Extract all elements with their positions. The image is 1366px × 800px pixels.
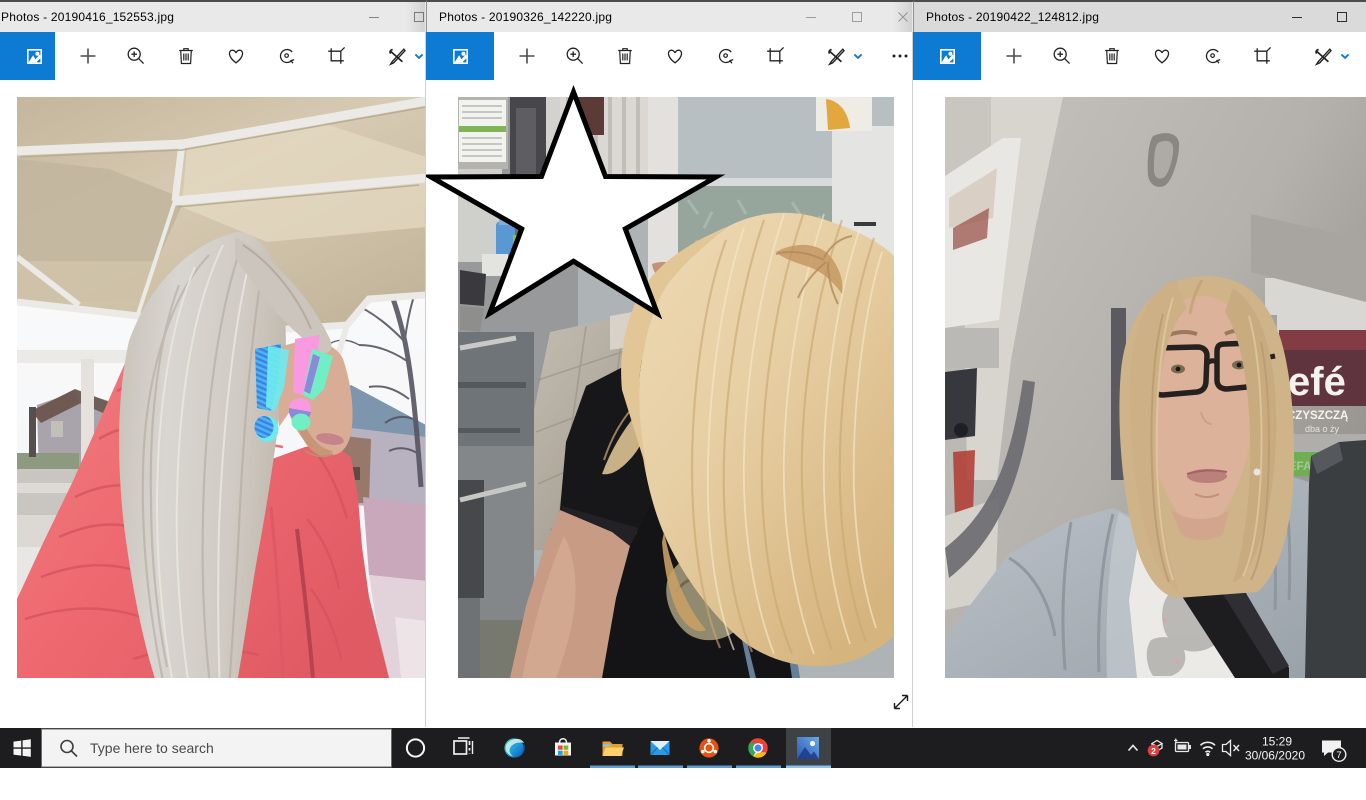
- svg-text:30/06/2020: 30/06/2020: [1245, 749, 1305, 763]
- svg-text:2: 2: [1151, 746, 1156, 756]
- svg-text:efé: efé: [1288, 360, 1346, 404]
- svg-text:dba o ży: dba o ży: [1305, 424, 1340, 434]
- svg-text:7: 7: [1336, 750, 1341, 761]
- svg-text:Type here to search: Type here to search: [90, 740, 214, 756]
- svg-text:CZYSZCZĄ: CZYSZCZĄ: [1287, 410, 1348, 422]
- svg-text:15:29: 15:29: [1262, 735, 1292, 749]
